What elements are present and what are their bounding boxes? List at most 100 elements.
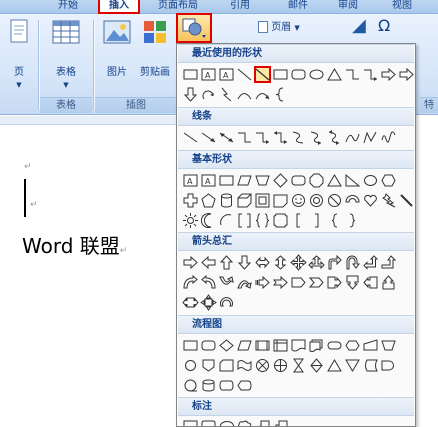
flow-preparation[interactable] (344, 337, 361, 354)
basic-sun[interactable] (182, 212, 199, 229)
arrow-left-right-up[interactable] (308, 254, 325, 271)
callout-line-2[interactable] (272, 419, 289, 426)
basic-textbox[interactable]: A (182, 172, 199, 189)
tab-home[interactable]: 开始 (48, 0, 88, 14)
line-curved-double[interactable] (326, 129, 343, 146)
shape-more-arrow[interactable] (398, 66, 415, 83)
flow-alternate-process[interactable] (200, 337, 217, 354)
basic-arc[interactable] (218, 212, 235, 229)
basic-lightning[interactable] (380, 192, 397, 209)
basic-no-symbol[interactable] (326, 192, 343, 209)
flow-internal-storage[interactable] (272, 337, 289, 354)
flow-connector[interactable] (182, 357, 199, 374)
basic-diamond[interactable] (272, 172, 289, 189)
arrow-pentagon[interactable] (290, 274, 307, 291)
callout-cloud[interactable] (236, 419, 253, 426)
arrow-left-right[interactable] (254, 254, 271, 271)
line-elbow-arrow[interactable] (254, 129, 271, 146)
shape-round-arrow[interactable] (200, 86, 217, 103)
basic-can[interactable] (218, 192, 235, 209)
shape-vertical-textbox[interactable]: A (218, 66, 235, 83)
line-freeform[interactable] (362, 129, 379, 146)
basic-pentagon[interactable] (200, 192, 217, 209)
shape-elbow-arrow[interactable] (362, 66, 379, 83)
callout-rounded[interactable] (200, 419, 217, 426)
shape-oval[interactable] (308, 66, 325, 83)
arrow-left-right-callout[interactable] (182, 294, 199, 311)
shape-rectangle[interactable] (182, 66, 199, 83)
basic-plaque[interactable] (272, 212, 289, 229)
basic-double-bracket[interactable] (236, 212, 253, 229)
flow-direct-access[interactable] (218, 377, 235, 394)
table-button[interactable]: 表格 ▼ (46, 18, 86, 91)
shape-curve[interactable] (254, 86, 271, 103)
basic-parallelogram[interactable] (236, 172, 253, 189)
basic-left-brace[interactable] (326, 212, 343, 229)
basic-rectangle[interactable] (218, 172, 235, 189)
flow-or[interactable] (272, 357, 289, 374)
shape-line[interactable] (236, 66, 253, 83)
tab-mailings[interactable]: 邮件 (280, 0, 316, 14)
arrow-left-callout[interactable] (362, 274, 379, 291)
arrow-right-callout[interactable] (326, 274, 343, 291)
shape-textbox[interactable]: A (200, 66, 217, 83)
flow-process[interactable] (182, 337, 199, 354)
flow-display[interactable] (236, 377, 253, 394)
shape-down-arrow[interactable] (182, 86, 199, 103)
document-text[interactable]: Word 联盟↵ (22, 230, 127, 259)
flow-extract[interactable] (326, 357, 343, 374)
shape-arc[interactable] (236, 86, 253, 103)
arrow-quad-callout[interactable] (200, 294, 217, 311)
flow-manual-input[interactable] (362, 337, 379, 354)
line-curve[interactable] (344, 129, 361, 146)
symbol-button[interactable]: Ω (378, 18, 390, 34)
tab-review[interactable]: 审阅 (330, 0, 366, 14)
line-double-arrow[interactable] (218, 129, 235, 146)
flow-card[interactable] (218, 357, 235, 374)
basic-hexagon[interactable] (380, 172, 397, 189)
arrow-notched-right[interactable] (272, 274, 289, 291)
flow-multidocument[interactable] (308, 337, 325, 354)
basic-cube[interactable] (236, 192, 253, 209)
flow-sort[interactable] (308, 357, 325, 374)
basic-block-arc[interactable] (344, 192, 361, 209)
basic-bevel[interactable] (254, 192, 271, 209)
basic-oval[interactable] (362, 172, 379, 189)
arrow-left-up[interactable] (362, 254, 379, 271)
flow-collate[interactable] (290, 357, 307, 374)
arrow-u-turn[interactable] (344, 254, 361, 271)
shape-lightning[interactable] (218, 86, 235, 103)
arrow-curved-down[interactable] (236, 274, 253, 291)
shape-line-selected[interactable] (254, 66, 271, 83)
flow-magnetic-disk[interactable] (200, 377, 217, 394)
arrow-curved-up[interactable] (218, 274, 235, 291)
shapes-button[interactable] (176, 13, 212, 43)
shape-elbow-connector[interactable] (344, 66, 361, 83)
basic-right-bracket[interactable] (308, 212, 325, 229)
tab-references[interactable]: 引用 (222, 0, 258, 14)
flow-document[interactable] (290, 337, 307, 354)
basic-right-brace[interactable] (344, 212, 361, 229)
flow-decision[interactable] (218, 337, 235, 354)
flow-delay[interactable] (380, 357, 397, 374)
arrow-left[interactable] (200, 254, 217, 271)
arrow-bent[interactable] (326, 254, 343, 271)
line-curved[interactable] (290, 129, 307, 146)
wordart-button[interactable]: ◢ (352, 17, 366, 35)
basic-smiley[interactable] (290, 192, 307, 209)
basic-heart[interactable] (362, 192, 379, 209)
basic-isosceles-triangle[interactable] (326, 172, 343, 189)
pages-button[interactable]: 页 ▼ (4, 18, 34, 91)
arrow-up-callout[interactable] (380, 274, 397, 291)
arrow-striped-right[interactable] (254, 274, 271, 291)
tab-insert[interactable]: 插入 (98, 0, 140, 14)
flow-stored-data[interactable] (362, 357, 379, 374)
flow-punched-tape[interactable] (236, 357, 253, 374)
flow-merge[interactable] (344, 357, 361, 374)
callout-oval[interactable] (218, 419, 235, 426)
picture-button[interactable]: 图片 (100, 18, 134, 79)
line-arrow[interactable] (200, 129, 217, 146)
arrow-circular[interactable] (218, 294, 235, 311)
arrow-curved-right[interactable] (182, 274, 199, 291)
clipart-button[interactable]: 剪贴画 (136, 18, 174, 79)
